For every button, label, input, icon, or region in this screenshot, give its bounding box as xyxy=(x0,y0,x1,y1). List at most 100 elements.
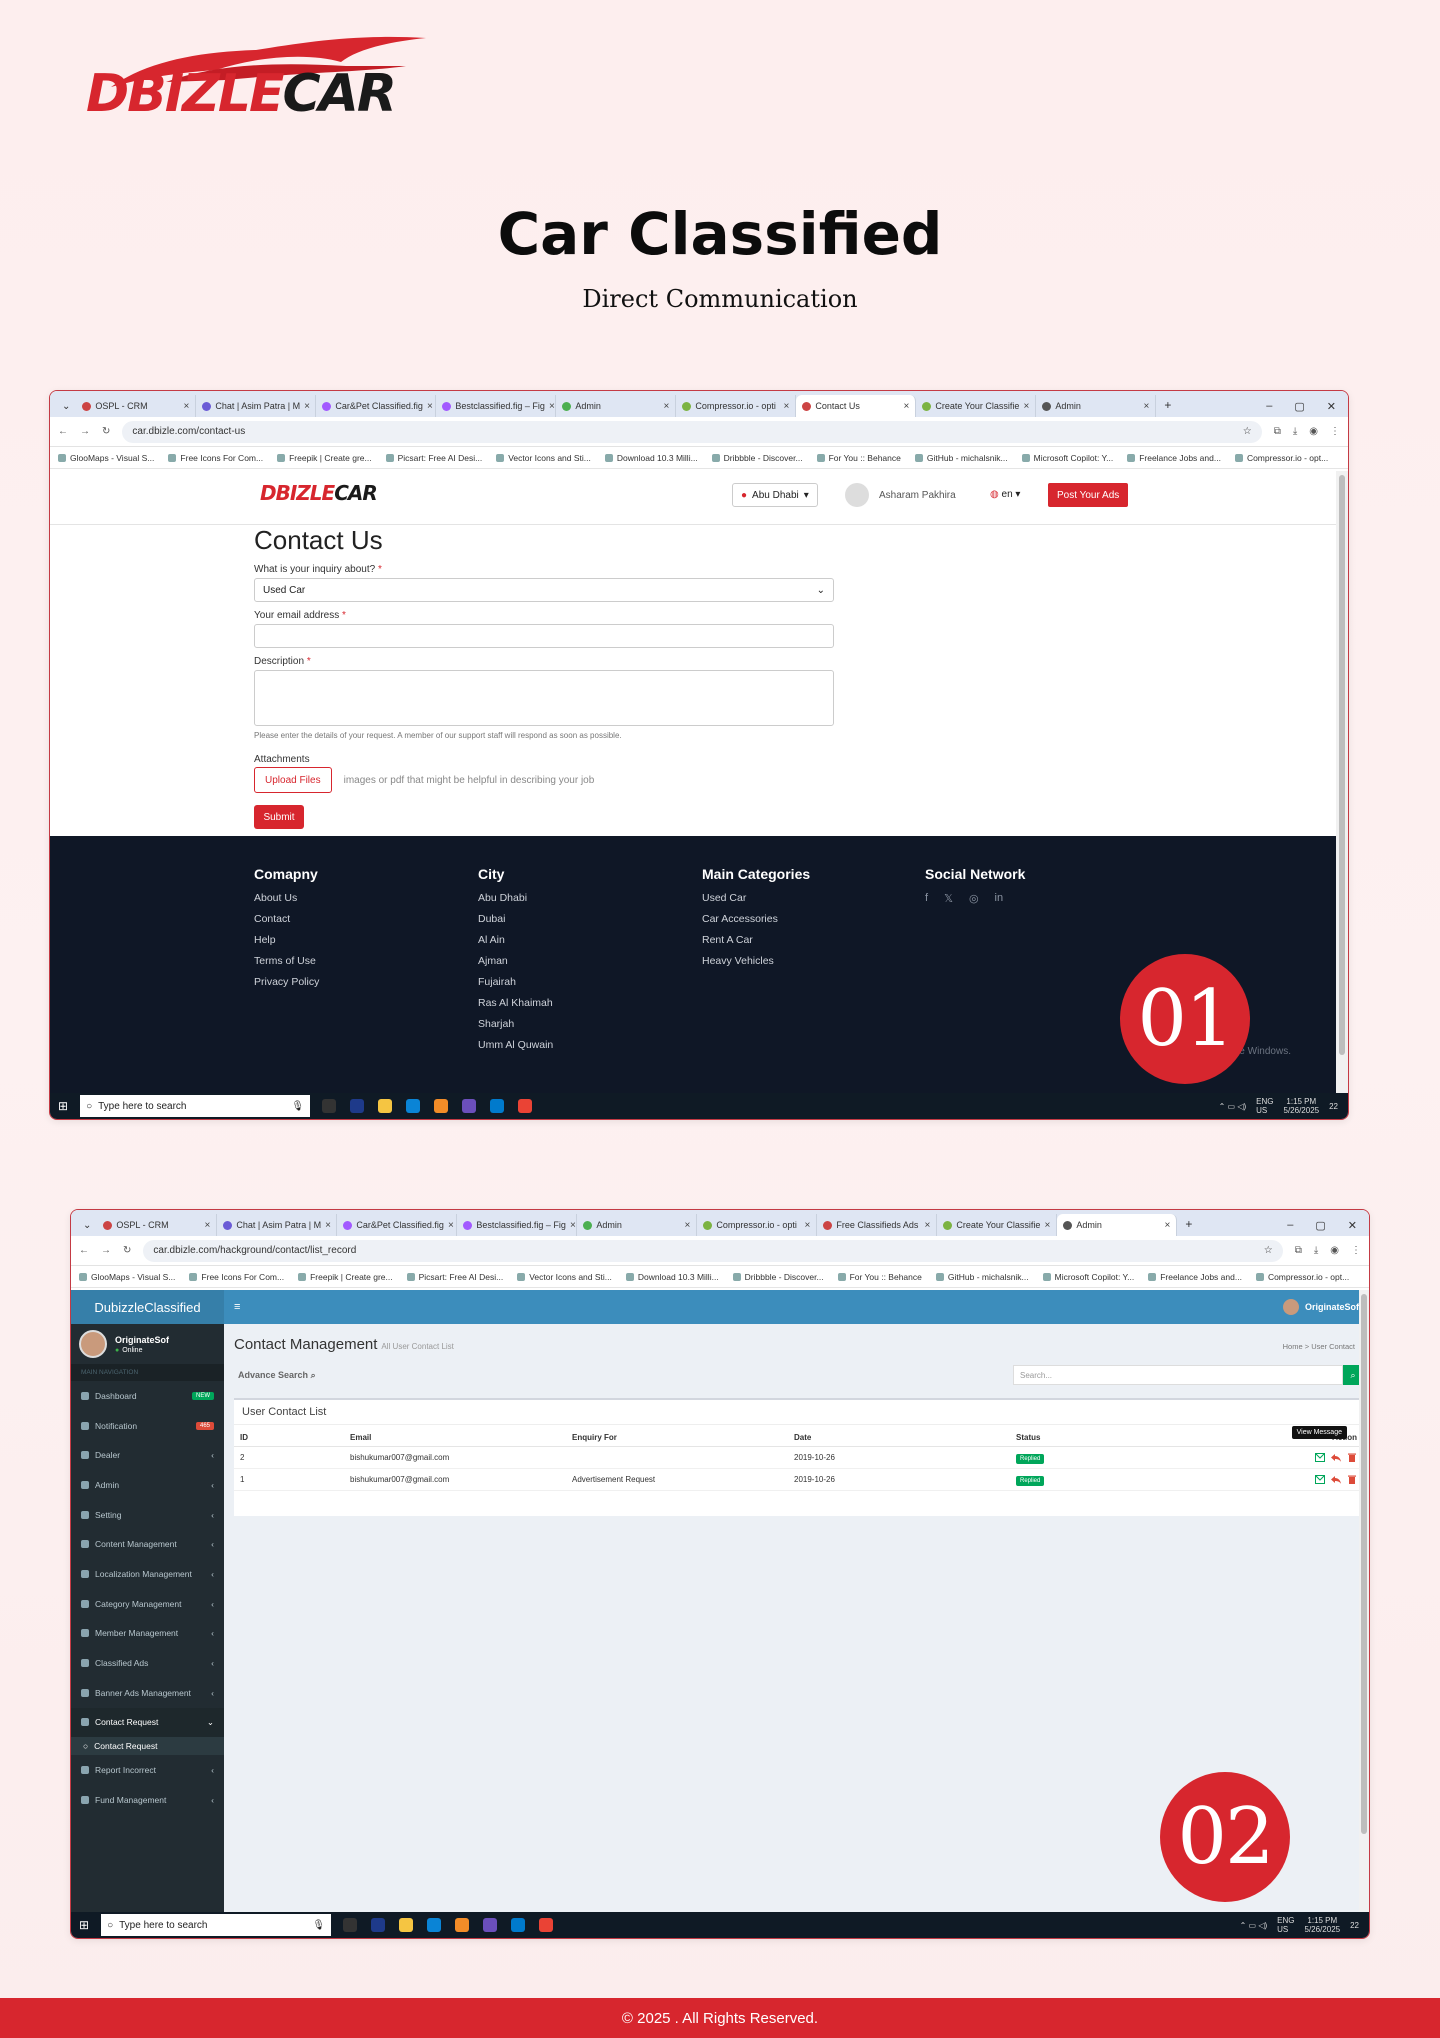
language-dropdown[interactable]: ◍ en ▾ xyxy=(990,489,1020,500)
extensions-icon[interactable]: ⧉ xyxy=(1274,426,1281,437)
browser-tab[interactable]: Chat | Asim Patra | M × xyxy=(217,1214,338,1236)
footer-link[interactable]: Umm Al Quwain xyxy=(478,1039,553,1051)
location-dropdown[interactable]: ● Abu Dhabi ▾ xyxy=(732,483,818,507)
sidebar-item-banner[interactable]: Banner Ads Management ‹ xyxy=(71,1678,224,1708)
envelope-icon[interactable] xyxy=(1315,1453,1325,1462)
browser-tab[interactable]: Car&Pet Classified.fig × xyxy=(316,395,437,417)
taskview-icon[interactable] xyxy=(343,1918,358,1932)
forward-icon[interactable]: → xyxy=(101,1245,111,1256)
footer-link[interactable]: Sharjah xyxy=(478,1018,553,1030)
bookmark[interactable]: Dribbble - Discover... xyxy=(712,453,803,463)
instagram-icon[interactable]: ◎ xyxy=(969,892,979,905)
footer-link[interactable]: Abu Dhabi xyxy=(478,892,553,904)
download-icon[interactable]: ⤓ xyxy=(1314,1245,1318,1256)
admin-user-menu[interactable]: OriginateSof xyxy=(1282,1299,1359,1315)
reload-icon[interactable]: ↻ xyxy=(123,1245,131,1256)
sidebar-item-report[interactable]: Report Incorrect ‹ xyxy=(71,1755,224,1785)
browser-tab[interactable]: OSPL - CRM × xyxy=(76,395,197,417)
bookmark-star-icon[interactable]: ☆ xyxy=(1243,426,1252,437)
chrome-icon[interactable] xyxy=(518,1099,533,1113)
maximize-icon[interactable]: ▢ xyxy=(1315,1219,1325,1232)
taskview-icon[interactable] xyxy=(322,1099,337,1113)
close-window-icon[interactable]: ✕ xyxy=(1327,400,1336,413)
app-icon[interactable] xyxy=(371,1918,386,1932)
bookmark[interactable]: Microsoft Copilot: Y... xyxy=(1043,1272,1135,1282)
tab-menu-icon[interactable]: ⌄ xyxy=(56,401,76,417)
reply-icon[interactable] xyxy=(1331,1475,1341,1484)
advance-search-toggle[interactable]: Advance Search ⌕ xyxy=(238,1370,316,1381)
site-logo[interactable]: DBIZLECAR xyxy=(260,481,378,505)
scrollbar[interactable] xyxy=(1359,1290,1369,1912)
footer-link[interactable]: Help xyxy=(254,934,319,946)
xampp-icon[interactable] xyxy=(434,1099,449,1113)
maximize-icon[interactable]: ▢ xyxy=(1294,400,1304,413)
browser-tab-active[interactable]: Admin × xyxy=(1057,1214,1178,1236)
url-field[interactable]: car.dbizle.com/contact-us ☆ xyxy=(122,420,1262,443)
sidebar-item-member[interactable]: Member Management ‹ xyxy=(71,1619,224,1649)
bookmark[interactable]: Compressor.io - opt... xyxy=(1235,453,1328,463)
footer-link[interactable]: Ras Al Khaimah xyxy=(478,997,553,1009)
envelope-icon[interactable] xyxy=(1315,1475,1325,1484)
sidebar-item-admin[interactable]: Admin ‹ xyxy=(71,1470,224,1500)
github-desktop-icon[interactable] xyxy=(462,1099,477,1113)
bookmark[interactable]: Dribbble - Discover... xyxy=(733,1272,824,1282)
profile-icon[interactable]: ◉ xyxy=(1309,426,1318,437)
sidebar-item-dealer[interactable]: Dealer ‹ xyxy=(71,1440,224,1470)
browser-tab[interactable]: Bestclassified.fig – Fig × xyxy=(436,395,557,417)
xampp-icon[interactable] xyxy=(455,1918,470,1932)
bookmark[interactable]: Picsart: Free AI Desi... xyxy=(386,453,483,463)
footer-link[interactable]: Dubai xyxy=(478,913,553,925)
language-indicator[interactable]: ENG US xyxy=(1256,1097,1273,1115)
extensions-icon[interactable]: ⧉ xyxy=(1295,1245,1302,1256)
sidebar-item-localization[interactable]: Localization Management ‹ xyxy=(71,1559,224,1589)
bookmark[interactable]: Microsoft Copilot: Y... xyxy=(1022,453,1114,463)
browser-tab[interactable]: Car&Pet Classified.fig × xyxy=(337,1214,458,1236)
sidebar-item-content[interactable]: Content Management ‹ xyxy=(71,1529,224,1559)
new-tab-icon[interactable]: + xyxy=(1156,398,1179,417)
close-window-icon[interactable]: ✕ xyxy=(1348,1219,1357,1232)
browser-tab[interactable]: Create Your Classifie × xyxy=(937,1214,1058,1236)
trash-icon[interactable] xyxy=(1347,1475,1357,1484)
app-icon[interactable] xyxy=(350,1099,365,1113)
notification-icon[interactable]: 22 xyxy=(1329,1102,1338,1111)
facebook-icon[interactable]: f xyxy=(925,892,928,905)
bookmark[interactable]: Free Icons For Com... xyxy=(168,453,263,463)
windows-start-icon[interactable]: ⊞ xyxy=(79,1918,89,1932)
sidebar-item-fund[interactable]: Fund Management ‹ xyxy=(71,1785,224,1815)
download-icon[interactable]: ⤓ xyxy=(1293,426,1297,437)
bookmark[interactable]: For You :: Behance xyxy=(838,1272,922,1282)
minimize-icon[interactable]: – xyxy=(1266,400,1272,412)
system-tray-icon[interactable]: ⌃ ▭ ◁) xyxy=(1219,1102,1247,1111)
bookmark[interactable]: Freelance Jobs and... xyxy=(1127,453,1221,463)
scrollbar[interactable] xyxy=(1336,471,1348,1093)
system-tray-icon[interactable]: ⌃ ▭ ◁) xyxy=(1240,1921,1268,1930)
sidebar-item-contact-request[interactable]: Contact Request ⌄ xyxy=(71,1707,224,1738)
upload-files-button[interactable]: Upload Files xyxy=(254,767,332,793)
submit-button[interactable]: Submit xyxy=(254,805,304,829)
browser-tab[interactable]: Create Your Classifie × xyxy=(916,395,1037,417)
taskbar-search[interactable]: ○ Type here to search 🎙 xyxy=(80,1095,311,1117)
search-input[interactable]: Search... xyxy=(1013,1365,1343,1385)
bookmark[interactable]: Vector Icons and Sti... xyxy=(496,453,591,463)
bookmark[interactable]: Picsart: Free AI Desi... xyxy=(407,1272,504,1282)
footer-link[interactable]: Terms of Use xyxy=(254,955,319,967)
clock[interactable]: 1:15 PM 5/26/2025 xyxy=(1305,1916,1341,1934)
url-field[interactable]: car.dbizle.com/hackground/contact/list_r… xyxy=(143,1239,1283,1262)
language-indicator[interactable]: ENG US xyxy=(1277,1916,1294,1934)
admin-brand[interactable]: DubizzleClassified xyxy=(71,1290,224,1324)
sidebar-subitem-contact-request[interactable]: ○ Contact Request xyxy=(71,1737,224,1756)
browser-tab[interactable]: Admin × xyxy=(1036,395,1157,417)
bookmark[interactable]: GitHub - michalsnik... xyxy=(936,1272,1029,1282)
reload-icon[interactable]: ↻ xyxy=(102,426,110,437)
bookmark[interactable]: Vector Icons and Sti... xyxy=(517,1272,612,1282)
browser-tab[interactable]: Bestclassified.fig – Fig × xyxy=(457,1214,578,1236)
skype-icon[interactable] xyxy=(406,1099,421,1113)
footer-link[interactable]: Rent A Car xyxy=(702,934,810,946)
notification-icon[interactable]: 22 xyxy=(1350,1921,1359,1930)
footer-link[interactable]: Ajman xyxy=(478,955,553,967)
back-icon[interactable]: ← xyxy=(79,1245,89,1256)
x-twitter-icon[interactable]: 𝕏 xyxy=(944,892,953,905)
bookmark[interactable]: Download 10.3 Milli... xyxy=(626,1272,719,1282)
bookmark[interactable]: GlooMaps - Visual S... xyxy=(58,453,154,463)
description-textarea[interactable] xyxy=(254,670,834,726)
